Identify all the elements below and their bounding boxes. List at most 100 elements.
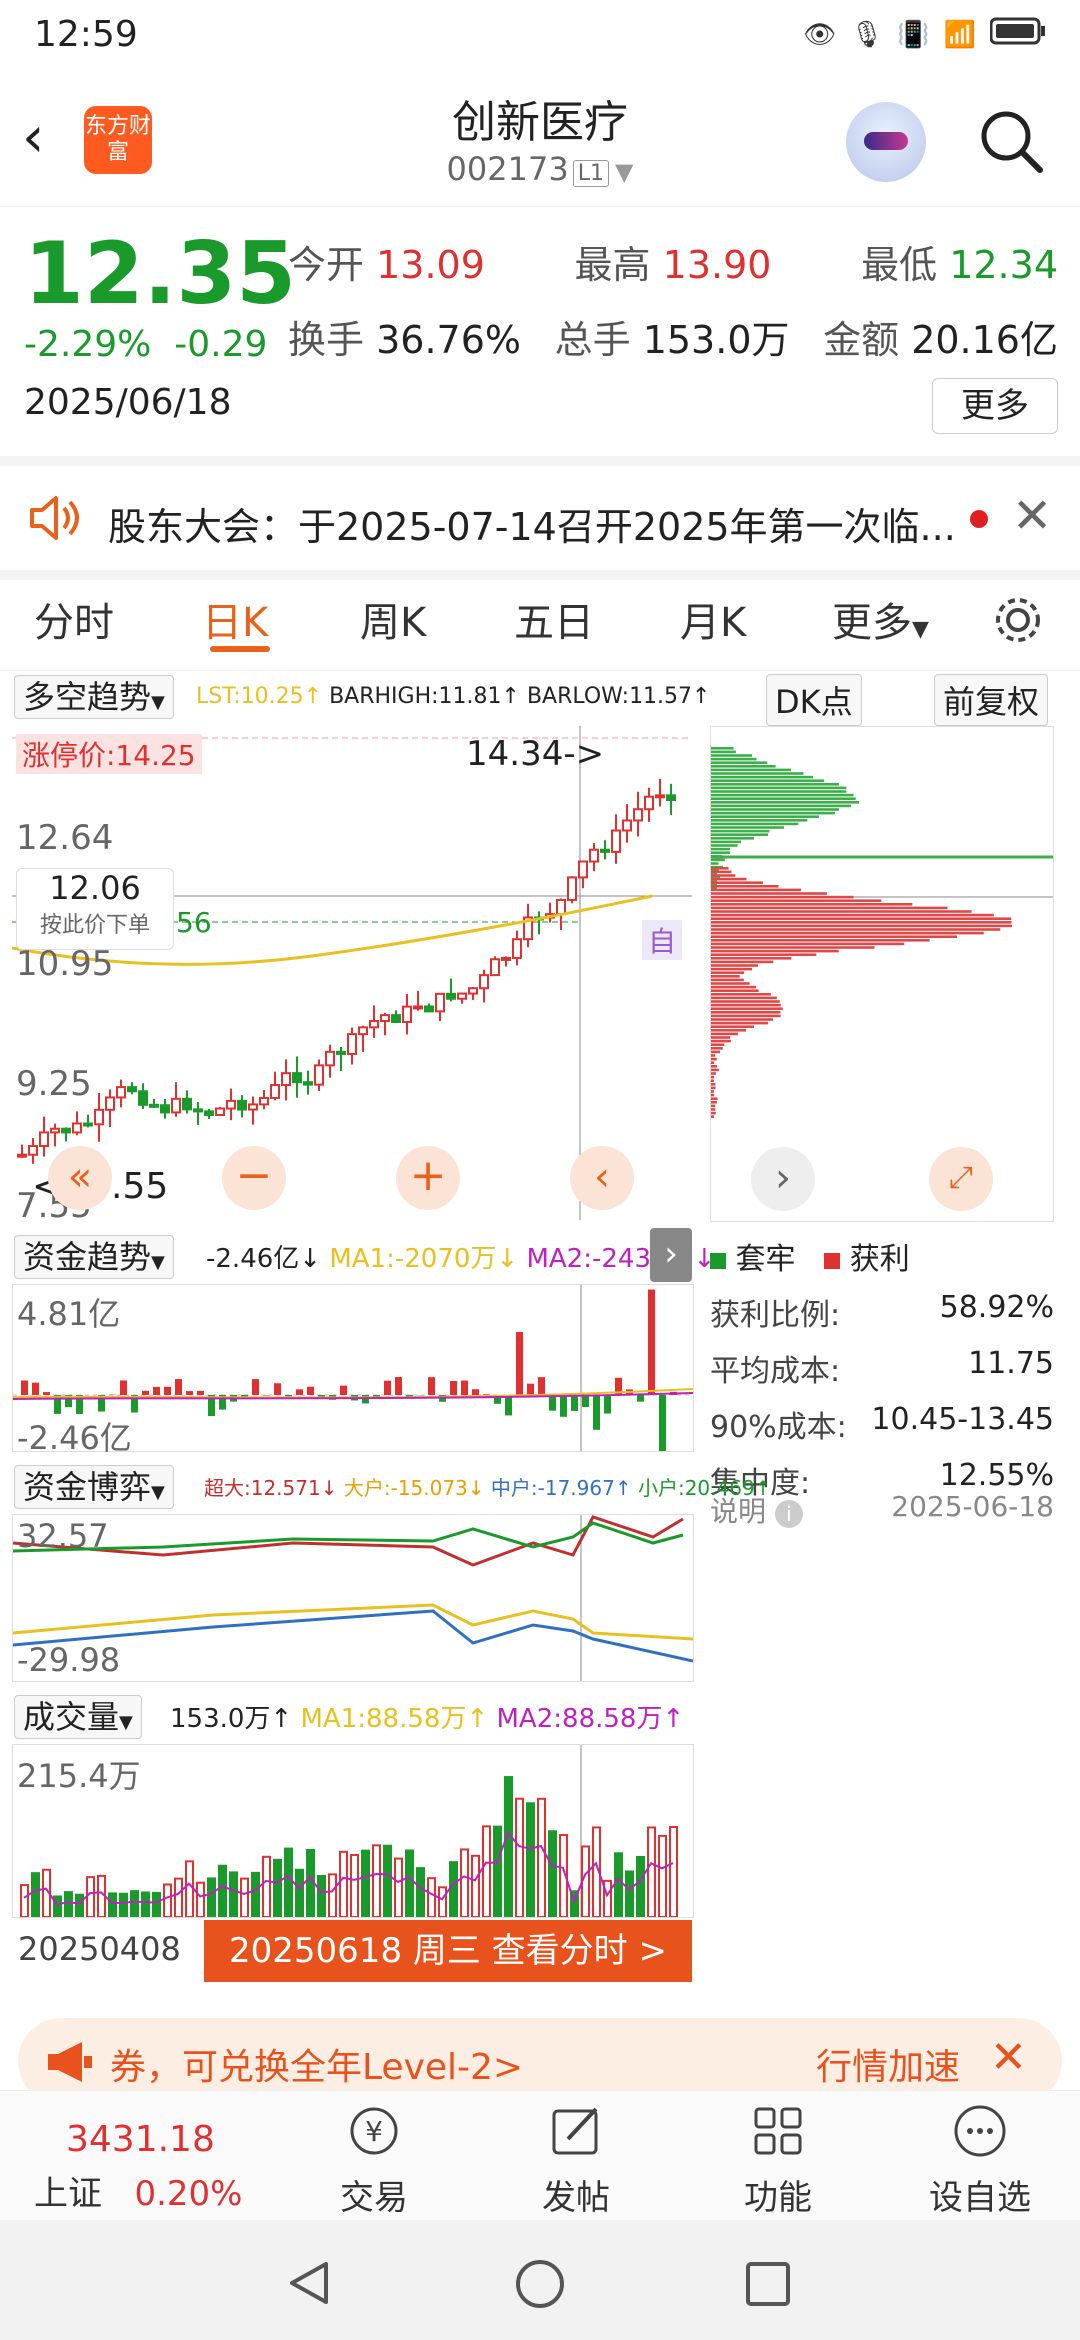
dk-label: DK点 (775, 683, 853, 721)
nav-functions[interactable]: 功能 (708, 2101, 848, 2219)
rewind-icon[interactable]: « (48, 1146, 112, 1210)
volume-bar (405, 1849, 414, 1917)
chip-bar-profit (711, 1072, 716, 1075)
candle-body (226, 1099, 236, 1110)
fund-game-selector[interactable]: 资金博弈▼ (14, 1462, 174, 1509)
tab-weekly-k[interactable]: 周K (360, 590, 426, 648)
recents-square-icon[interactable] (744, 2260, 792, 2312)
status-icons: 👁 🎙 📳 📶 (803, 16, 1046, 53)
fund-game-chart[interactable]: 32.57 -29.98 (12, 1514, 694, 1682)
order-hint: 按此价下单 (39, 913, 150, 938)
volume-selector[interactable]: 成交量▼ (14, 1692, 142, 1739)
tab-more[interactable]: 更多▼ (832, 590, 929, 648)
volume-chart[interactable]: 215.4万 (12, 1744, 694, 1918)
chip-bar-trapped (711, 793, 854, 797)
candle-body (457, 992, 467, 1000)
crosshair-price: 12.06 (49, 869, 141, 907)
quote-label: 最低 (861, 243, 938, 287)
fund-bar (461, 1380, 468, 1395)
fund-bar (516, 1331, 523, 1395)
volume-bar (515, 1797, 524, 1917)
expand-right-icon[interactable]: › (650, 1228, 692, 1282)
chip-bar-profit (711, 1061, 714, 1064)
y-tick-2: 10.95 (16, 944, 114, 984)
fund-bar (340, 1385, 347, 1395)
back-triangle-icon[interactable] (284, 2258, 334, 2312)
tab-monthly-k[interactable]: 月K (680, 590, 746, 648)
expand-icon[interactable]: ⤢ (929, 1147, 993, 1211)
chip-distribution-chart[interactable]: › ⤢ (710, 726, 1054, 1222)
dk-point-button[interactable]: DK点 (766, 674, 862, 726)
close-icon[interactable]: ✕ (1012, 488, 1052, 544)
view-intraday-button[interactable]: 20250618 周三 查看分时 > (204, 1920, 692, 1982)
assistant-avatar[interactable] (846, 102, 926, 182)
chip-bar-profit (711, 1075, 714, 1079)
close-icon[interactable]: ✕ (990, 2032, 1027, 2083)
info-icon[interactable]: i (774, 1500, 803, 1528)
candle-body (17, 1153, 27, 1158)
search-icon[interactable] (976, 106, 1046, 176)
chip-bar-profit (711, 1007, 783, 1010)
quote-label: 换手 (288, 318, 365, 362)
notice-bar[interactable]: 股东大会：于2025-07-14召开2025年第一次临... ✕ (0, 456, 1080, 580)
zoom-in-icon[interactable]: + (396, 1146, 460, 1210)
index-ticker[interactable]: 3431.18 上证 0.20% (34, 2119, 274, 2215)
candle-body (490, 958, 500, 977)
nav-trade[interactable]: ¥ 交易 (304, 2101, 444, 2219)
quote-label: 今开 (288, 243, 365, 287)
volume-bar (240, 1877, 249, 1917)
volume-bar (317, 1874, 326, 1917)
fund-bar (483, 1394, 490, 1395)
candle-body (72, 1122, 82, 1134)
previous-icon[interactable]: ‹ (570, 1146, 634, 1210)
chip-bar-profit (711, 960, 774, 964)
status-bar: 12:59 👁 🎙 📳 📶 (0, 0, 1080, 72)
nav-post-label: 发帖 (542, 2178, 610, 2218)
settings-gear-icon[interactable] (990, 592, 1046, 652)
fund-bar (186, 1391, 193, 1395)
chip-bar-profit (711, 1086, 716, 1090)
chip-bar-profit (711, 895, 854, 899)
candle-body (237, 1099, 247, 1111)
chip-bar-profit (711, 1054, 716, 1057)
chip-stat-value: 58.92% (939, 1290, 1054, 1325)
chip-bar-trapped (711, 775, 814, 779)
nav-add-watchlist[interactable]: 设自选 (910, 2101, 1050, 2219)
adjust-button[interactable]: 前复权 (934, 674, 1049, 726)
fund-trend-chart[interactable]: 4.81亿 -2.46亿 (12, 1284, 694, 1457)
volume-bar (548, 1830, 557, 1917)
super-large-value: 超大:12.571↓ (204, 1476, 338, 1500)
candle-body (358, 1026, 368, 1036)
fund-trend-selector[interactable]: 资金趋势▼ (14, 1232, 174, 1279)
tab-daily-k[interactable]: 日K (202, 590, 268, 648)
chip-bar-trapped (711, 754, 753, 757)
chip-bar-profit (711, 978, 744, 982)
volume-bar (350, 1854, 359, 1917)
fund-trend-name: 资金趋势 (23, 1238, 152, 1276)
candle-body (61, 1127, 71, 1134)
chip-bar-trapped (711, 858, 725, 862)
tab-intraday[interactable]: 分时 (34, 590, 114, 648)
chip-bar-profit (711, 910, 972, 913)
caret-down-icon: ▼ (151, 692, 165, 713)
more-quote-button[interactable]: 更多 (932, 378, 1058, 434)
crosshair-price-box[interactable]: 12.06 按此价下单 (16, 868, 174, 950)
fund-bar (362, 1395, 369, 1404)
next-icon[interactable]: › (751, 1147, 815, 1211)
fund-bar (32, 1382, 39, 1395)
tab-five-day[interactable]: 五日 (514, 590, 594, 648)
fund-bar (252, 1379, 259, 1395)
volume-bar (504, 1776, 513, 1917)
fund-bar (582, 1395, 589, 1408)
volume-bar (295, 1868, 304, 1917)
caret-down-icon: ▼ (119, 1712, 133, 1733)
volume-bar (328, 1873, 337, 1917)
chip-bar-profit (711, 1018, 773, 1021)
kline-chart[interactable]: 涨停价:14.25 14.34-> 12.64 10.95 9.25 7.55 … (12, 726, 692, 1226)
nav-post[interactable]: 发帖 (506, 2101, 646, 2219)
chip-bar-profit (711, 1083, 716, 1086)
indicator-selector[interactable]: 多空趋势▼ (14, 672, 174, 719)
zoom-out-icon[interactable]: − (222, 1146, 286, 1210)
chip-bar-profit (711, 1021, 769, 1025)
home-circle-icon[interactable] (514, 2258, 566, 2314)
